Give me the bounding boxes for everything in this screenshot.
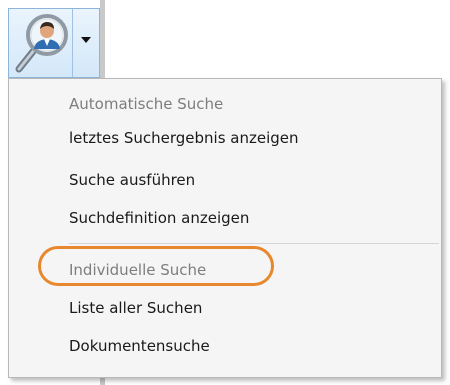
chevron-down-icon xyxy=(81,37,91,43)
menu-item-suche-ausfuehren[interactable]: Suche ausführen xyxy=(9,163,441,197)
menu-item-dokumentensuche[interactable]: Dokumentensuche xyxy=(9,329,441,363)
dropdown-menu: Automatische Suche letztes Suchergebnis … xyxy=(8,78,442,378)
highlight-ring xyxy=(38,246,274,286)
menu-header-automatische-suche: Automatische Suche xyxy=(69,95,224,113)
dropdown-arrow-button[interactable] xyxy=(73,9,99,77)
menu-separator xyxy=(69,243,439,244)
menu-item-suchdefinition-anzeigen[interactable]: Suchdefinition anzeigen xyxy=(9,201,441,235)
menu-item-letztes-suchergebnis[interactable]: letztes Suchergebnis anzeigen xyxy=(9,121,441,155)
menu-item-liste-aller-suchen[interactable]: Liste aller Suchen xyxy=(9,291,441,325)
magnifier-person-icon[interactable] xyxy=(13,13,71,73)
search-split-button[interactable] xyxy=(8,8,100,78)
